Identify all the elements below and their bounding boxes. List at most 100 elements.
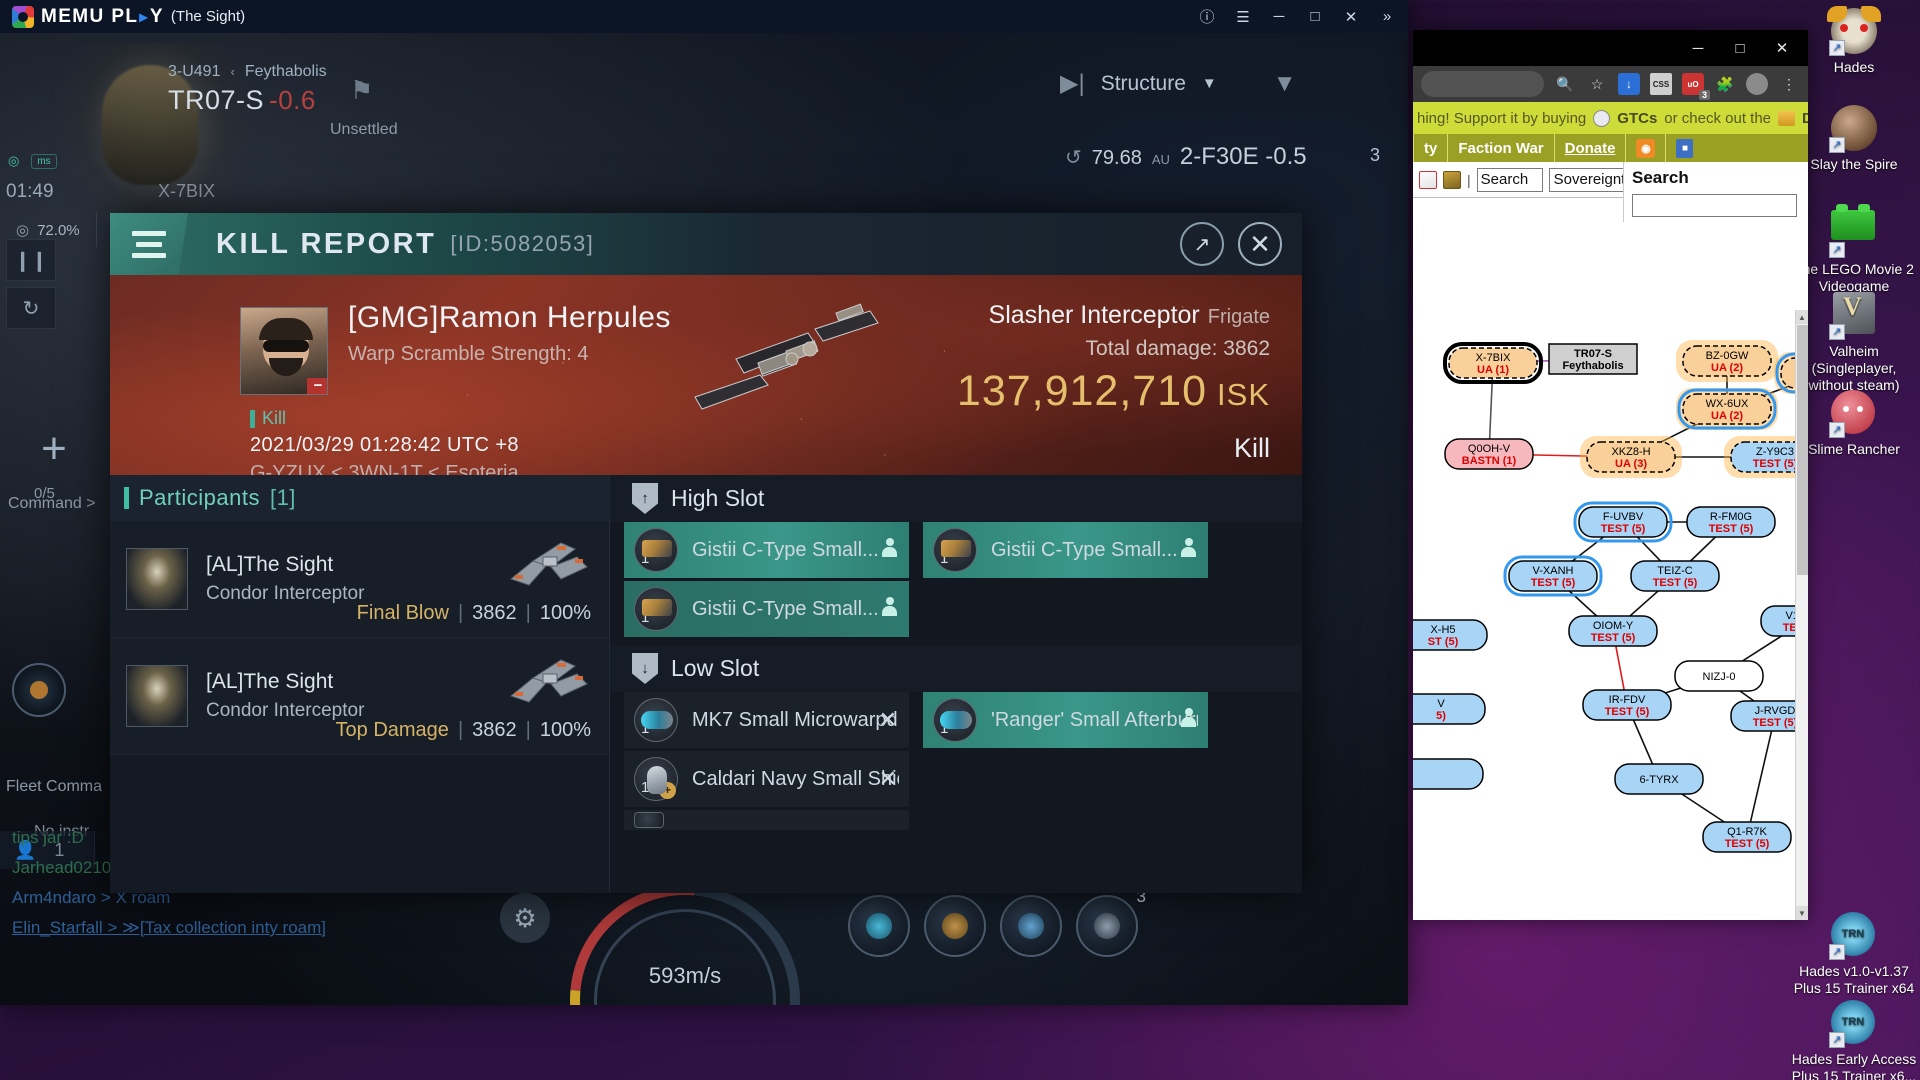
module-item[interactable]: + 1 Caldari Navy Small Shield... ✕ — [624, 751, 909, 807]
site-navigation[interactable]: ty Faction War Donate ◉ ■ — [1413, 134, 1808, 162]
map-node[interactable]: XKZ8-HUA (3) — [1580, 436, 1682, 478]
map-node[interactable]: OIOM-YTEST (5) — [1568, 615, 1658, 647]
puzzle-extension-icon[interactable]: 🧩 — [1714, 73, 1736, 95]
map-node[interactable]: V-XANHTEST (5) — [1503, 555, 1603, 597]
memu-window-controls[interactable]: ⓘ ☰ ─ □ ✕ » — [1190, 2, 1404, 32]
kill-report-actions[interactable]: ↗ ✕ — [1180, 222, 1302, 266]
fleet-command-label[interactable]: Fleet Comma — [6, 778, 102, 796]
map-node[interactable]: R-FM0GTEST (5) — [1686, 506, 1776, 538]
map-node[interactable]: BZ-0GWUA (2) — [1676, 340, 1778, 382]
map-node[interactable]: V5) — [1413, 693, 1486, 725]
game-viewport[interactable]: 3-U491 ‹ Feythabolis TR07-S -0.6 ⚑ Unsett… — [0, 33, 1408, 1005]
close-icon[interactable]: ✕ — [1762, 33, 1802, 63]
map-scrollbar[interactable]: ▲ ▼ — [1795, 310, 1808, 920]
search-panel[interactable]: Search — [1623, 162, 1808, 222]
filter-icon[interactable]: ▼ — [1273, 70, 1297, 98]
kill-report-modal[interactable]: KILL REPORT [ID:5082053] ↗ ✕ − [GMG]Ramo… — [110, 213, 1302, 893]
module-item[interactable]: 1 Gistii C-Type Small... — [923, 522, 1208, 578]
module-buttons[interactable] — [848, 895, 1138, 957]
profile-avatar-icon[interactable] — [1746, 73, 1768, 95]
map-node[interactable]: Q0OH-VBASTN (1) — [1444, 438, 1534, 470]
nav-item-faction-war[interactable]: Faction War — [1447, 134, 1553, 162]
donate-link[interactable]: Dona — [1802, 110, 1808, 127]
map-node[interactable]: V1ZC-STEST (5) — [1760, 605, 1795, 637]
bookmark-star-icon[interactable]: ☆ — [1586, 73, 1608, 95]
close-icon[interactable]: ✕ — [1238, 222, 1282, 266]
memu-emulator-window[interactable]: MEMU PL▸Y (The Sight) ⓘ ☰ ─ □ ✕ » 3-U491… — [0, 0, 1408, 1005]
scroll-up-icon[interactable]: ▲ — [1796, 310, 1808, 324]
remove-icon[interactable]: ✕ — [879, 707, 897, 733]
module-button-4[interactable] — [1076, 895, 1138, 957]
table-row[interactable]: [AL]The Sight Condor Interceptor — [110, 638, 609, 755]
pause-button[interactable]: ❙❙ — [6, 239, 56, 281]
help-icon[interactable]: ⓘ — [1190, 2, 1224, 32]
map-node[interactable]: J-RVGDTEST (5) — [1730, 700, 1795, 732]
chat-message[interactable]: Elin_Starfall > ≫[Tax collection inty ro… — [0, 913, 440, 943]
map-node[interactable]: WX-6UXUA (2) — [1676, 388, 1778, 430]
nav-item-donate[interactable]: Donate — [1553, 134, 1626, 162]
download-icon[interactable]: ↓ — [1618, 73, 1640, 95]
ublock-icon[interactable]: uO 3 — [1682, 73, 1710, 100]
search-input[interactable]: Search — [1476, 167, 1543, 192]
maximize-icon[interactable]: □ — [1298, 2, 1332, 32]
minimize-icon[interactable]: ─ — [1678, 33, 1718, 63]
map-node[interactable]: Z-Y9C3TEST (5) — [1724, 436, 1795, 478]
orbit-button[interactable]: ↻ — [6, 287, 56, 329]
map-node[interactable]: Q1-R7KTEST (5) — [1702, 821, 1792, 853]
module-item[interactable]: 1 'Ranger' Small Afterburner — [923, 692, 1208, 748]
map-node[interactable]: TR07-SFeythabolis — [1548, 343, 1638, 375]
memu-titlebar[interactable]: MEMU PL▸Y (The Sight) ⓘ ☰ ─ □ ✕ » — [0, 0, 1408, 33]
share-icon[interactable]: ↗ — [1180, 222, 1224, 266]
map-node[interactable]: IR-FDVTEST (5) — [1582, 689, 1672, 721]
zoom-in-icon[interactable]: 🔍 — [1554, 73, 1576, 95]
radial-control[interactable] — [12, 663, 66, 717]
add-fleet-button[interactable]: + — [24, 423, 84, 483]
gtcs-link[interactable]: GTCs — [1617, 110, 1657, 127]
desktop-icon-trainer[interactable]: TRN ↗ Hades v1.0-v1.37 Plus 15 Trainer x64 — [1788, 912, 1920, 997]
structure-filter-bar[interactable]: ▶| Structure ▼ ▼ — [1060, 69, 1297, 98]
rss-feed-button[interactable]: ◉ — [1625, 134, 1665, 162]
map-node[interactable]: TEIZ-CTEST (5) — [1630, 560, 1720, 592]
map-node-box[interactable] — [1413, 693, 1486, 725]
module-item[interactable]: 1 MK7 Small Microwarpdrive ✕ — [624, 692, 909, 748]
search-panel-input[interactable] — [1632, 194, 1797, 217]
close-icon[interactable]: ✕ — [1334, 2, 1368, 32]
more-icon[interactable]: » — [1370, 2, 1404, 32]
map-node[interactable]: F-UVBVTEST (5) — [1573, 501, 1673, 543]
settings-gear-icon[interactable]: ⚙ — [500, 893, 550, 943]
overview-icon[interactable]: ▶| — [1060, 69, 1085, 98]
chevron-down-icon[interactable]: ▼ — [1202, 75, 1217, 92]
map-node[interactable]: X-H5ST (5) — [1413, 619, 1488, 651]
image-icon[interactable] — [1443, 170, 1461, 189]
browser-titlebar[interactable]: ─ □ ✕ — [1413, 30, 1808, 66]
map-node[interactable]: 6-TYRX — [1614, 763, 1704, 795]
browser-window[interactable]: ─ □ ✕ 🔍 ☆ ↓ CSS uO 3 🧩 ⋮ hing! Support it… — [1413, 30, 1808, 920]
left-action-rail[interactable]: ❙❙ ↻ — [6, 233, 66, 335]
map-node[interactable] — [1413, 758, 1484, 790]
document-icon[interactable] — [1419, 170, 1437, 189]
menu-kebab-icon[interactable]: ⋮ — [1778, 73, 1800, 95]
css-extension-icon[interactable]: CSS — [1650, 73, 1672, 95]
module-item[interactable]: 1 Gistii C-Type Small... — [624, 522, 909, 578]
module-item-partial[interactable] — [624, 810, 909, 830]
remove-icon[interactable]: ✕ — [879, 766, 897, 792]
address-bar[interactable] — [1421, 71, 1544, 97]
module-item[interactable]: 1 Gistii C-Type Small... — [624, 581, 909, 637]
map-node[interactable]: NIZJ-0 — [1674, 660, 1764, 692]
browser-toolbar[interactable]: 🔍 ☆ ↓ CSS uO 3 🧩 ⋮ — [1413, 66, 1808, 102]
nav-item-sovereignty[interactable]: ty — [1413, 134, 1447, 162]
desktop-icon-trainer[interactable]: TRN ↗ Hades Early Access Plus 15 Trainer x… — [1788, 1000, 1920, 1080]
sovereignty-map[interactable]: X-7BIX UA (1) TR07-S Feythabolis BZ-0GW UA (2… — [1413, 316, 1795, 920]
scrollbar-thumb[interactable] — [1797, 325, 1808, 575]
scroll-down-icon[interactable]: ▼ — [1796, 906, 1808, 920]
table-row[interactable]: [AL]The Sight Condor Interceptor — [110, 521, 609, 638]
hamburger-menu-icon[interactable] — [110, 213, 188, 275]
module-button-2[interactable] — [924, 895, 986, 957]
command-label[interactable]: Command > — [8, 495, 96, 513]
minimize-icon[interactable]: ─ — [1262, 2, 1296, 32]
support-banner[interactable]: hing! Support it by buying GTCs or check… — [1413, 102, 1808, 134]
module-button-3[interactable] — [1000, 895, 1062, 957]
map-node[interactable]: X-7BIXUA (1) — [1443, 342, 1543, 384]
bookmark-button[interactable]: ■ — [1665, 134, 1703, 162]
menu-icon[interactable]: ☰ — [1226, 2, 1260, 32]
